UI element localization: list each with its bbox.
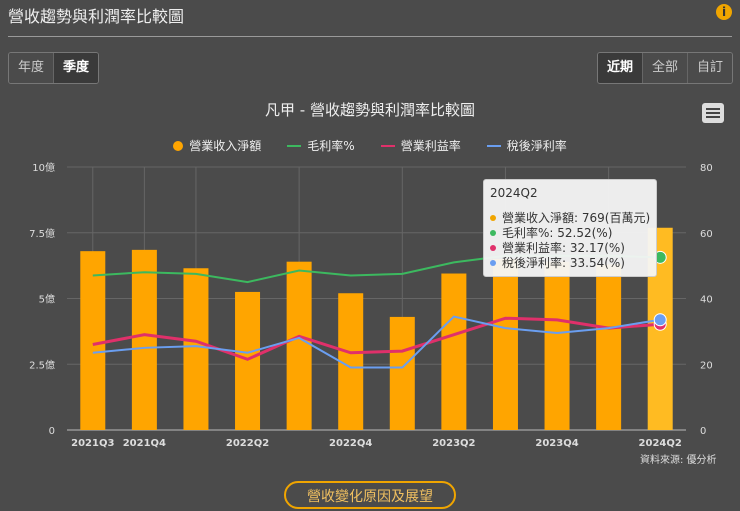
- bar-revenue: [183, 268, 208, 430]
- left-axis-tick: 7.5億: [29, 227, 55, 240]
- tooltip-row: 營業收入淨額: 769(百萬元): [490, 210, 656, 225]
- bar-revenue: [441, 274, 466, 430]
- chart-tooltip: 2024Q2 營業收入淨額: 769(百萬元) 毛利率%: 52.52(%) 營…: [483, 179, 657, 277]
- data-point: [654, 314, 666, 326]
- left-axis-tick: 2.5億: [29, 358, 55, 371]
- line-operating-margin: [93, 318, 660, 359]
- x-axis-tick: 2022Q2: [226, 438, 269, 449]
- bar-revenue: [80, 251, 105, 430]
- data-source: 資料來源: 優分析: [640, 451, 717, 466]
- x-axis-tick: 2024Q2: [639, 438, 682, 449]
- bar-revenue: [235, 292, 260, 430]
- tooltip-row: 營業利益率: 32.17(%): [490, 240, 656, 255]
- x-axis-tick: 2022Q4: [329, 438, 372, 449]
- tooltip-title: 2024Q2: [490, 186, 656, 200]
- bar-revenue: [132, 250, 157, 430]
- right-axis-tick: 80: [700, 163, 713, 174]
- left-axis-tick: 5億: [39, 293, 55, 306]
- left-axis-tick: 10億: [32, 161, 55, 174]
- tooltip-text: 稅後淨利率: 33.54(%): [502, 254, 625, 271]
- x-axis-tick: 2021Q4: [123, 438, 166, 449]
- right-axis-tick: 60: [700, 229, 713, 240]
- left-axis-tick: 0: [49, 426, 55, 437]
- bar-revenue: [493, 259, 518, 430]
- bar-revenue: [596, 264, 621, 430]
- tooltip-row: 稅後淨利率: 33.54(%): [490, 255, 656, 270]
- x-axis-tick: 2023Q4: [535, 438, 578, 449]
- bar-revenue: [545, 262, 570, 430]
- right-axis-tick: 40: [700, 295, 713, 306]
- revenue-analysis-button[interactable]: 營收變化原因及展望: [284, 481, 456, 509]
- bar-revenue: [390, 317, 415, 430]
- x-axis-tick: 2023Q2: [432, 438, 475, 449]
- bar-revenue: [287, 262, 312, 430]
- x-axis-tick: 2021Q3: [71, 438, 114, 449]
- tooltip-row: 毛利率%: 52.52(%): [490, 225, 656, 240]
- right-axis-tick: 0: [700, 426, 706, 437]
- right-axis-tick: 20: [700, 360, 713, 371]
